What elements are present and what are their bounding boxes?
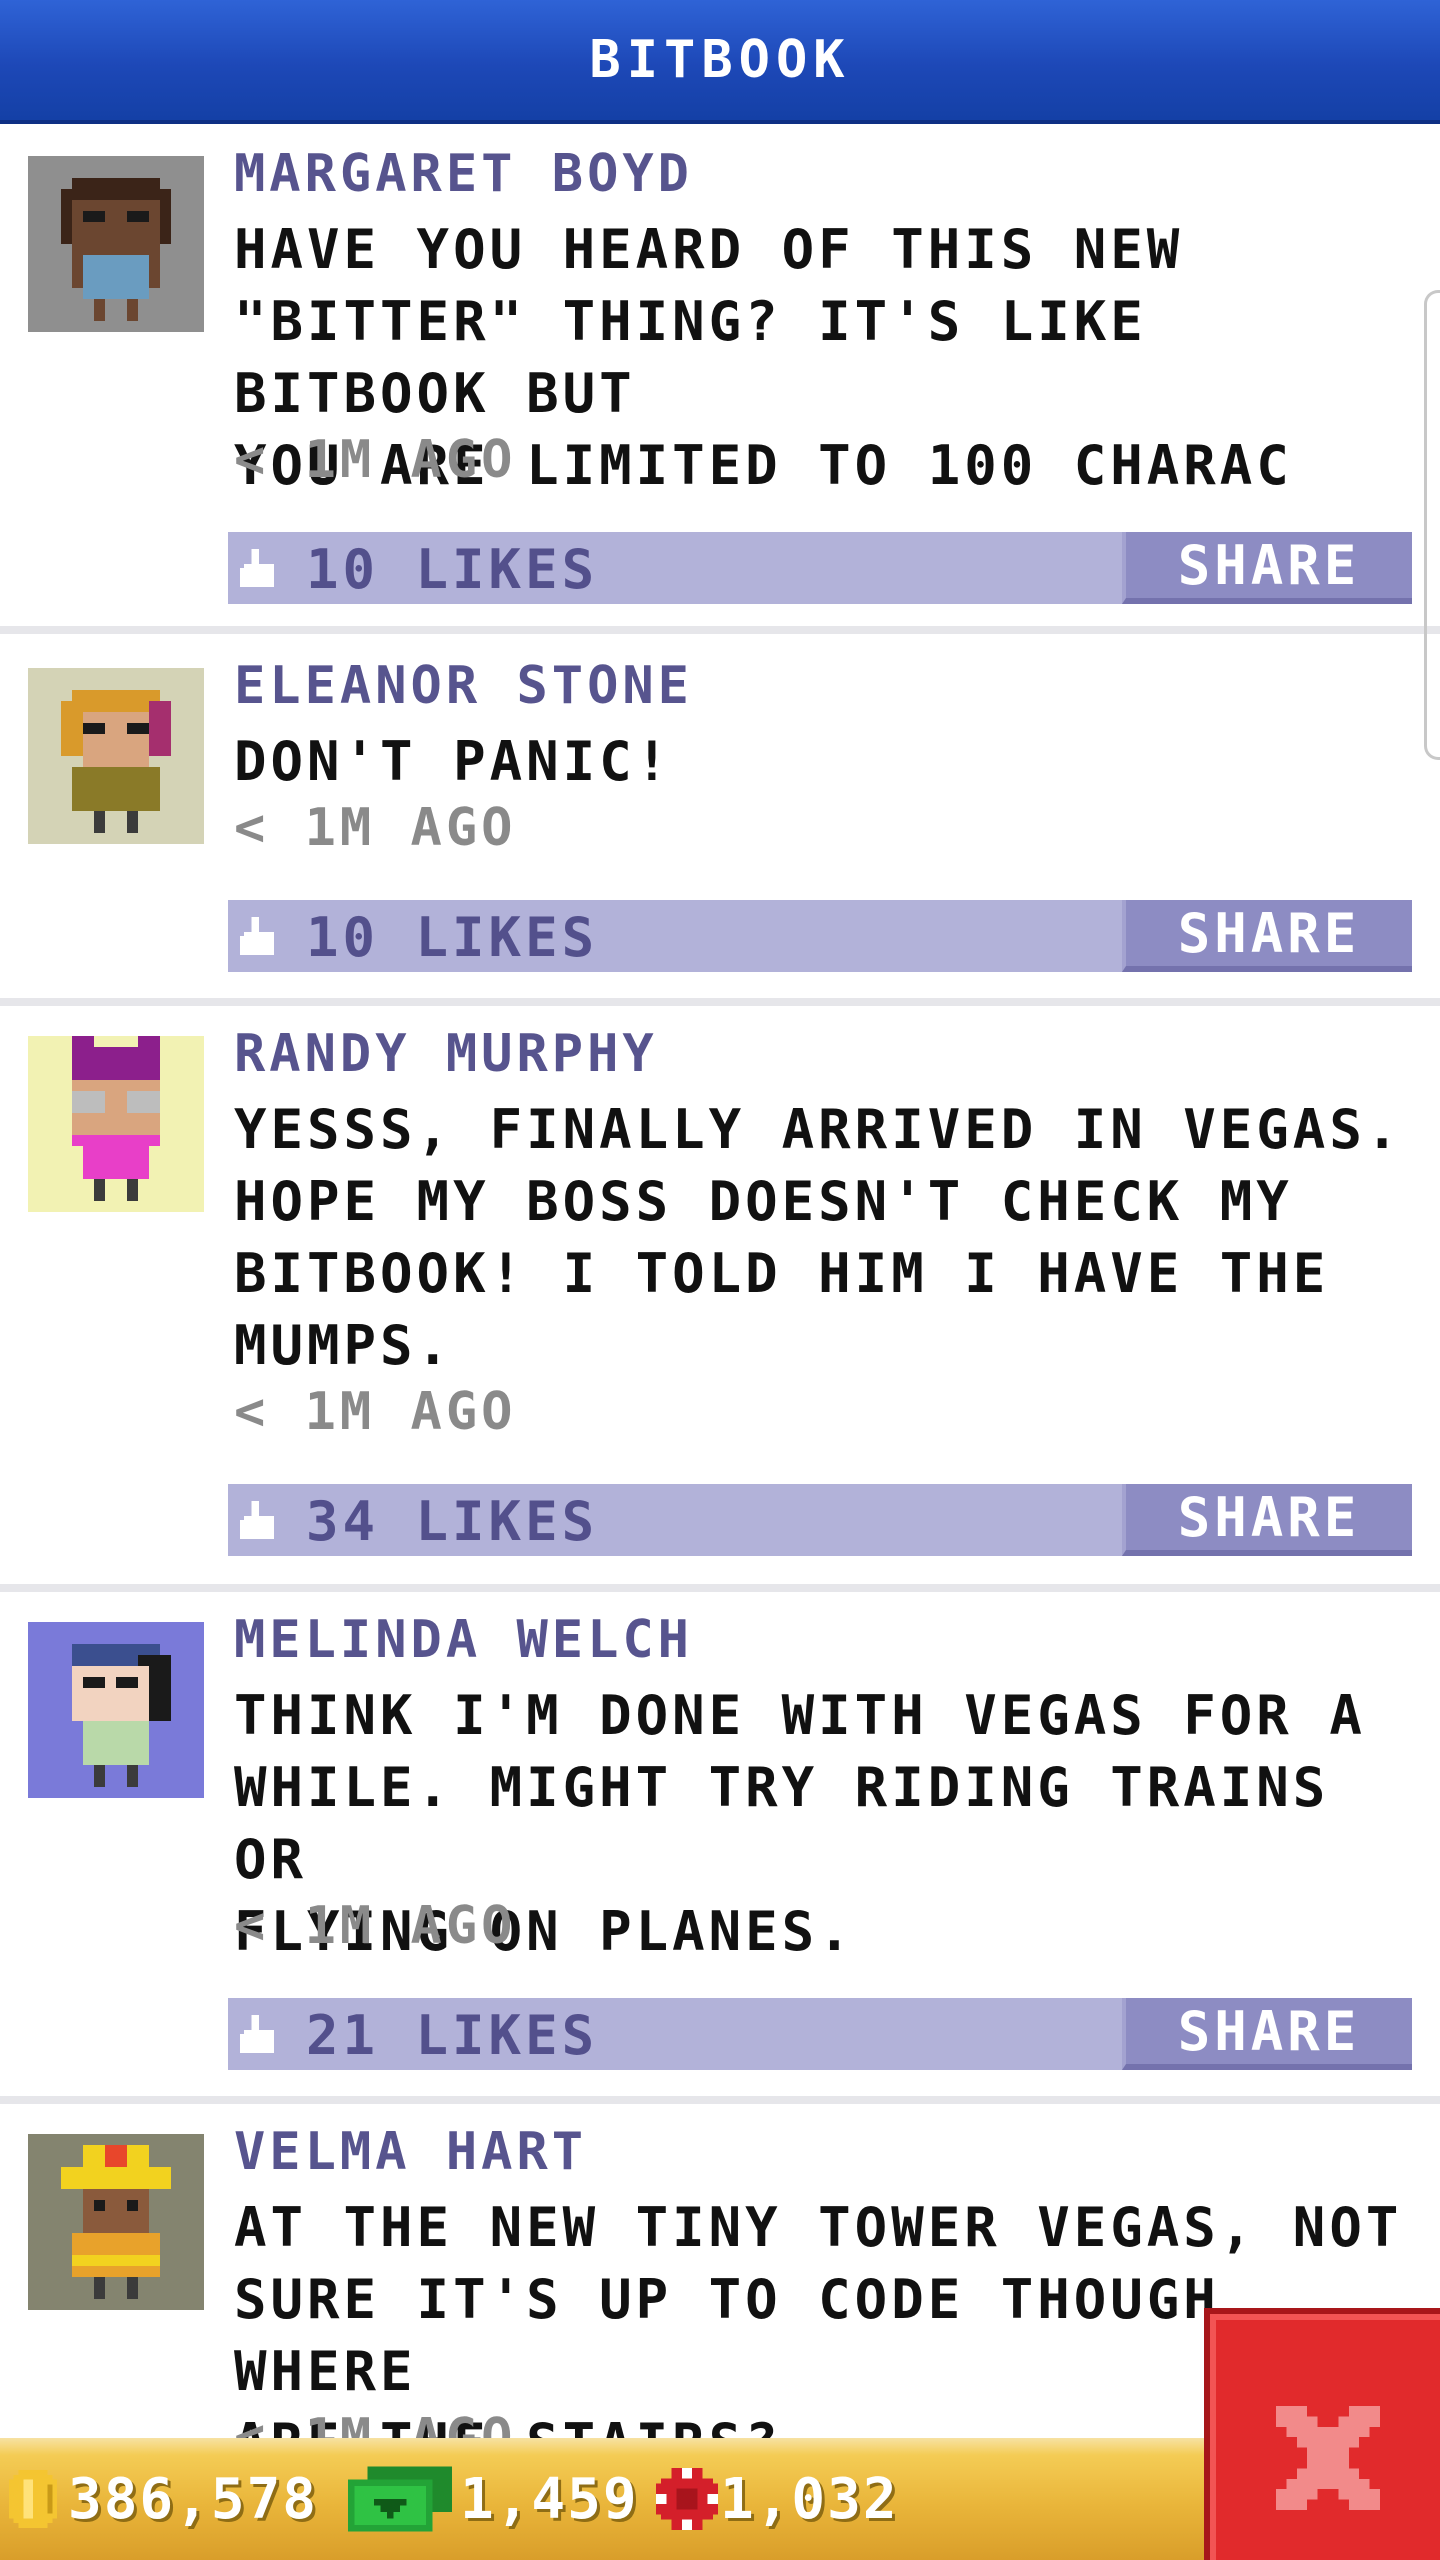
chips-value: 1,032 [720,2466,899,2532]
bux-icon [348,2466,452,2532]
thumbs-up-icon [240,2015,275,2053]
coin-icon [8,2470,58,2528]
close-icon [1276,2406,1380,2510]
app-header: BITBOOK [0,0,1440,124]
chips-display: 1,032 [656,2462,899,2536]
casino-chip-icon [656,2468,718,2530]
share-label: SHARE [1177,533,1361,597]
close-button[interactable] [1204,2308,1440,2560]
thumbs-up-icon [240,1501,275,1539]
post-card: RANDY MURPHY YESSS, FINALLY ARRIVED IN V… [0,1008,1440,1588]
avatar-image [28,668,204,844]
like-bar[interactable]: 10 LIKES SHARE [228,900,1412,972]
post-time: < 1M AGO [234,2408,517,2438]
avatar[interactable] [28,2134,204,2310]
author-name[interactable]: RANDY MURPHY [234,1024,658,1084]
thumbs-up-icon [240,549,275,587]
post-divider [0,2096,1440,2104]
bux-display: 1,459 [348,2462,639,2536]
share-button[interactable]: SHARE [1122,900,1412,972]
share-label: SHARE [1177,1999,1361,2063]
coins-value: 386,578 [68,2466,319,2532]
avatar[interactable] [28,156,204,332]
author-name[interactable]: MARGARET BOYD [234,144,693,204]
share-label: SHARE [1177,901,1361,965]
share-button[interactable]: SHARE [1122,1484,1412,1556]
avatar[interactable] [28,1622,204,1798]
post-divider [0,998,1440,1006]
like-bar[interactable]: 10 LIKES SHARE [228,532,1412,604]
likes-count: 21 LIKES [306,2004,599,2067]
post-card: MARGARET BOYD HAVE YOU HEARD OF THIS NEW… [0,128,1440,628]
post-card: MELINDA WELCH THINK I'M DONE WITH VEGAS … [0,1594,1440,2104]
share-button[interactable]: SHARE [1122,1998,1412,2070]
post-divider [0,626,1440,634]
avatar[interactable] [28,1036,204,1212]
avatar-image [28,2134,204,2310]
author-name[interactable]: ELEANOR STONE [234,656,693,716]
likes-count: 10 LIKES [306,906,599,969]
share-label: SHARE [1177,1485,1361,1549]
post-time: < 1M AGO [234,798,517,858]
coins-display: 386,578 [4,2462,318,2536]
avatar-image [28,1622,204,1798]
post-text: YESSS, FINALLY ARRIVED IN VEGAS. HOPE MY… [234,1098,1403,1377]
author-name[interactable]: MELINDA WELCH [234,1610,693,1670]
post-divider [0,1584,1440,1592]
app-title: BITBOOK [589,30,851,90]
post-time: < 1M AGO [234,430,517,490]
post-time: < 1M AGO [234,1896,517,1956]
scroll-indicator[interactable] [1424,290,1440,760]
likes-count: 10 LIKES [306,538,599,601]
avatar-image [28,156,204,332]
post-time: < 1M AGO [234,1382,517,1442]
post-card: ELEANOR STONE DON'T PANIC! < 1M AGO 10 L… [0,640,1440,1000]
like-bar[interactable]: 34 LIKES SHARE [228,1484,1412,1556]
bux-value: 1,459 [460,2466,639,2532]
author-name[interactable]: VELMA HART [234,2122,587,2182]
like-bar[interactable]: 21 LIKES SHARE [228,1998,1412,2070]
likes-count: 34 LIKES [306,1490,599,1553]
share-button[interactable]: SHARE [1122,532,1412,604]
avatar-image [28,1036,204,1212]
avatar[interactable] [28,668,204,844]
feed[interactable]: MARGARET BOYD HAVE YOU HEARD OF THIS NEW… [0,128,1440,2438]
thumbs-up-icon [240,917,275,955]
post-text: DON'T PANIC! [234,730,673,793]
